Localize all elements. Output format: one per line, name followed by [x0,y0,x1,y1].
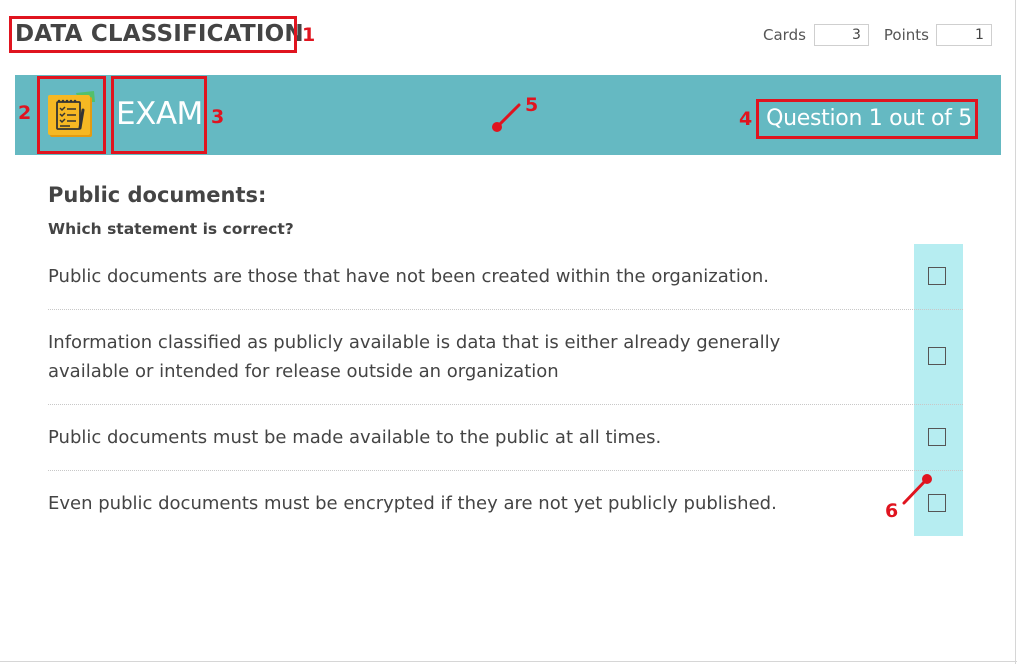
annotation-box-icon [37,76,106,154]
cards-count-field: 3 [813,24,869,46]
annotation-number: 4 [739,108,753,130]
question-prompt: Which statement is correct? [48,220,294,238]
window-border-bottom [0,661,1017,662]
answer-option[interactable]: Public documents must be made available … [48,405,963,471]
answer-text: Even public documents must be encrypted … [48,493,777,514]
answer-checkbox[interactable] [928,428,946,446]
annotation-pointer-6 [902,474,932,505]
cards-label: Cards [763,26,806,44]
answer-text: Public documents must be made available … [48,427,662,448]
annotation-number: 6 [885,500,899,522]
question-title: Public documents: [48,183,267,207]
answer-checkbox[interactable] [928,347,946,365]
answer-checkbox[interactable] [928,267,946,285]
annotation-box-question-counter [756,99,978,139]
points-label: Points [883,26,929,44]
annotation-pointer-5 [492,103,521,132]
answer-option[interactable]: Information classified as publicly avail… [48,310,963,405]
answer-text: Information classified as publicly avail… [48,332,781,382]
annotation-number: 5 [525,94,539,116]
annotation-number: 2 [18,102,32,124]
annotation-box-title [9,16,297,53]
annotation-box-exam [111,76,207,154]
annotation-number: 1 [302,24,316,46]
window-border-right [1015,0,1016,664]
answer-text: Public documents are those that have not… [48,266,769,287]
annotation-number: 3 [211,106,225,128]
answer-list: Public documents are those that have not… [48,244,963,536]
answer-option[interactable]: Even public documents must be encrypted … [48,471,963,536]
card-counters: Cards 3 Points 1 [763,23,992,47]
answer-option[interactable]: Public documents are those that have not… [48,244,963,310]
points-count-field: 1 [935,24,992,46]
